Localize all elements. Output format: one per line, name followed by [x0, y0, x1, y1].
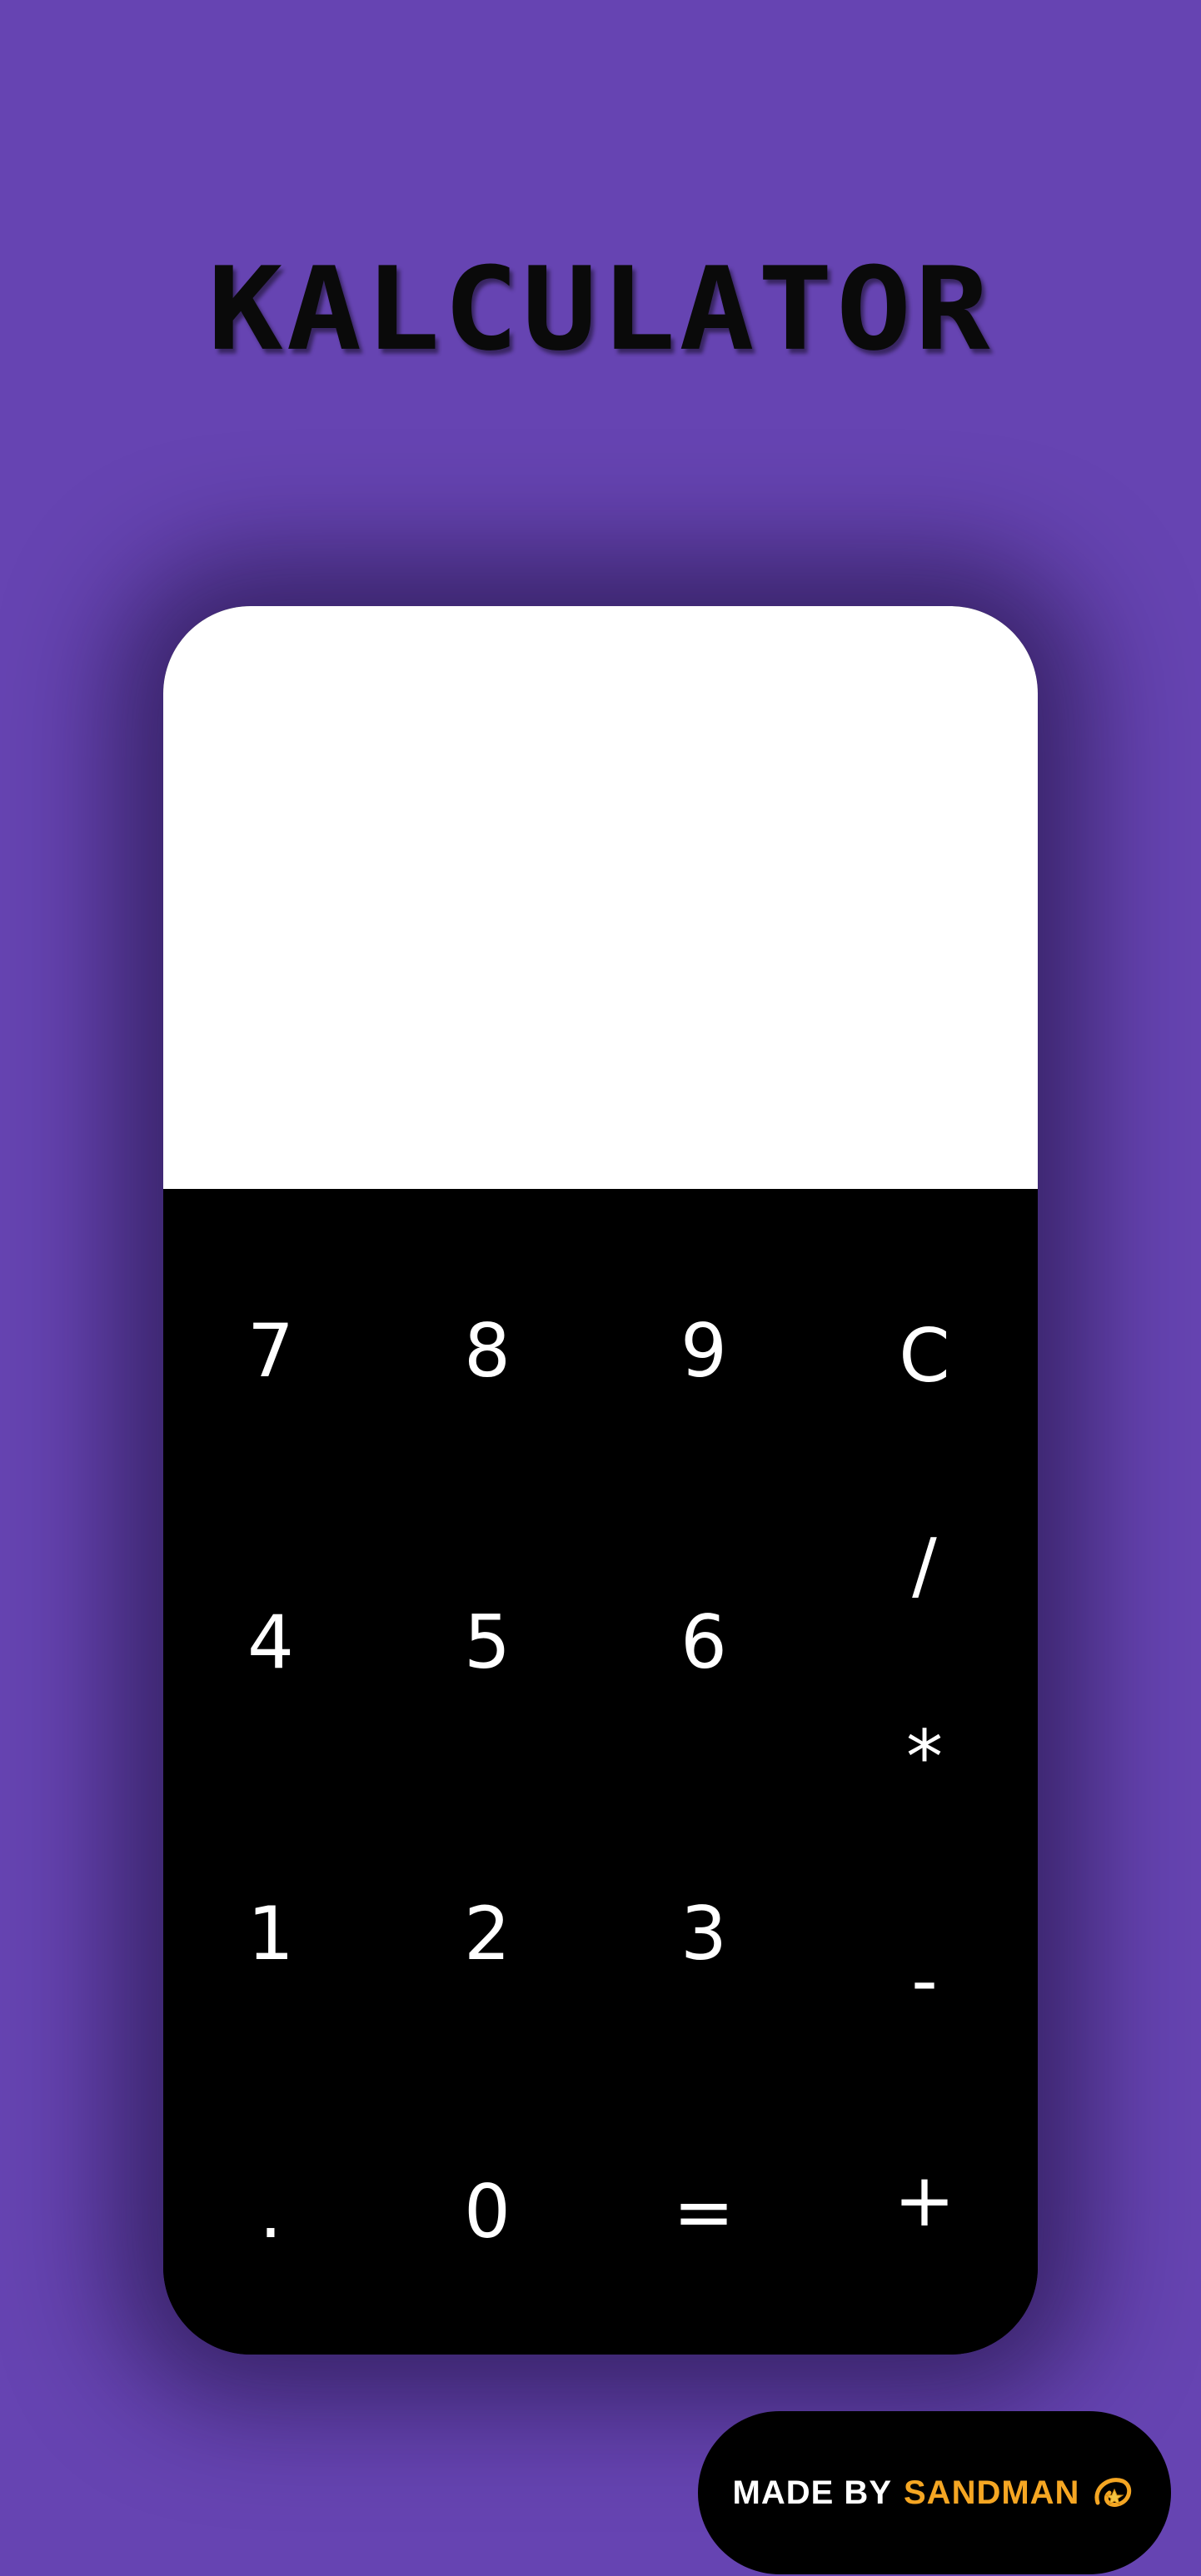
multiply-button[interactable]: *	[850, 1682, 999, 1832]
divide-button[interactable]: /	[850, 1490, 999, 1640]
key-6[interactable]: 6	[629, 1567, 779, 1717]
calculator-display	[163, 606, 1038, 1189]
calculator: 7 8 9 C 4 5 6 / * 1 2 3 - . 0 = +	[163, 606, 1038, 2355]
app-title: KALCULATOR	[207, 242, 994, 377]
decimal-button[interactable]: .	[196, 2136, 346, 2286]
add-button[interactable]: +	[850, 2125, 999, 2275]
key-4[interactable]: 4	[196, 1567, 346, 1717]
subtract-button[interactable]: -	[850, 1905, 999, 2055]
key-9[interactable]: 9	[629, 1276, 779, 1425]
made-by-badge[interactable]: MADE BY SANDMAN	[698, 2411, 1171, 2574]
keypad: 7 8 9 C 4 5 6 / * 1 2 3 - . 0 = +	[163, 1189, 1038, 2355]
key-2[interactable]: 2	[412, 1858, 562, 2008]
key-0[interactable]: 0	[412, 2136, 562, 2286]
clear-button[interactable]: C	[850, 1281, 999, 1430]
equals-button[interactable]: =	[629, 2136, 779, 2286]
dizzy-star-icon	[1089, 2469, 1136, 2516]
made-by-label: MADE BY	[732, 2474, 892, 2511]
key-3[interactable]: 3	[629, 1858, 779, 2008]
key-8[interactable]: 8	[412, 1276, 562, 1425]
key-7[interactable]: 7	[196, 1276, 346, 1425]
key-5[interactable]: 5	[412, 1567, 562, 1717]
author-name: SANDMAN	[904, 2474, 1080, 2511]
key-1[interactable]: 1	[196, 1858, 346, 2008]
